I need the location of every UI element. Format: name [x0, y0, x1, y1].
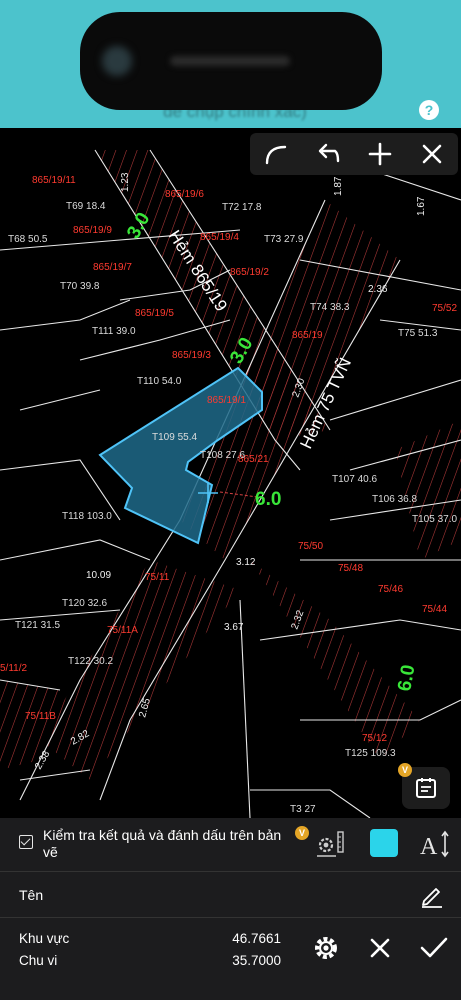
- road-hatch-lower-left: [40, 560, 240, 780]
- dimension-label: 1.67: [416, 196, 427, 216]
- area-label: T122 30.2: [68, 656, 113, 667]
- road-width-label: 6.0: [394, 663, 419, 693]
- area-label: T121 31.5: [15, 620, 60, 631]
- edit-name-button[interactable]: [419, 882, 445, 908]
- curve-tool-button[interactable]: [256, 134, 296, 174]
- verify-checkbox[interactable]: [19, 835, 33, 849]
- close-icon: [422, 144, 442, 164]
- lot-label: 865/19/5: [135, 308, 174, 319]
- lot-label: 75/48: [338, 563, 363, 574]
- name-label: Tên: [19, 887, 44, 903]
- area-label: Khu vực: [19, 931, 70, 946]
- dimension-label: 1.87: [333, 176, 344, 196]
- lot-label: 865/19/11: [32, 175, 76, 186]
- notification-avatar: [102, 46, 132, 76]
- area-value: 46.7661: [232, 931, 281, 946]
- settings-button[interactable]: [308, 930, 344, 966]
- lot-label: 75/44: [422, 604, 447, 615]
- check-icon: [420, 937, 448, 958]
- verify-checkbox-label[interactable]: Kiểm tra kết quả và đánh dấu trên bản vẽ: [43, 827, 293, 861]
- road-hatch-right: [395, 420, 461, 560]
- svg-text:A: A: [420, 834, 438, 860]
- area-label: T108 27.6: [200, 450, 245, 461]
- gear-ruler-icon: [317, 831, 344, 857]
- dimension-label: 3.67: [224, 622, 244, 633]
- lot-label: 75/11B: [25, 711, 56, 722]
- area-label: T118 103.0: [62, 511, 112, 522]
- top-banner: C ử để chụp chính xác) ?: [0, 0, 461, 128]
- lot-label: 75/11: [145, 572, 170, 583]
- check-row: Kiểm tra kết quả và đánh dấu trên bản vẽ…: [0, 818, 461, 870]
- text-size-button[interactable]: A: [418, 828, 450, 860]
- lot-label: 865/19/6: [165, 189, 204, 200]
- lot-label: 865/19: [292, 330, 323, 341]
- area-label: T3 27: [290, 804, 316, 815]
- road-width-label: 6.0: [255, 489, 281, 510]
- area-label: T120 32.6: [62, 598, 107, 609]
- area-label: T110 54.0: [137, 376, 182, 387]
- perimeter-value: 35.7000: [232, 953, 281, 968]
- lot-label: 865/19/4: [200, 232, 239, 243]
- calendar-icon: [416, 778, 436, 798]
- metrics: Khu vực 46.7661 Chu vi 35.7000: [0, 919, 300, 1000]
- dimension-label: 10.09: [86, 570, 111, 581]
- map-toolbar: [250, 133, 458, 175]
- pencil-icon: [422, 888, 442, 908]
- lot-label: 865/19/3: [172, 350, 211, 361]
- text-size-icon: A: [420, 830, 449, 860]
- area-label: T73 27.9: [264, 234, 304, 245]
- area-label: T111 39.0: [92, 326, 136, 337]
- add-point-button[interactable]: [360, 134, 400, 174]
- area-label: T109 55.4: [152, 432, 197, 443]
- notification-text: [170, 56, 290, 66]
- cadastral-map[interactable]: Hẻm 865/19 Hẻm 75 TVÑ 865/19/11 865/19/6…: [0, 128, 461, 818]
- discard-button[interactable]: [362, 930, 398, 966]
- area-label: T70 39.8: [60, 281, 100, 292]
- area-label: T72 17.8: [222, 202, 262, 213]
- fill-color-swatch[interactable]: [370, 829, 398, 857]
- cancel-draw-button[interactable]: [412, 134, 452, 174]
- measurement-panel: Kiểm tra kết quả và đánh dấu trên bản vẽ…: [0, 818, 461, 1000]
- close-icon: [370, 938, 390, 958]
- name-row[interactable]: Tên: [0, 871, 461, 918]
- lot-label: 865/19/1: [207, 395, 246, 406]
- undo-icon: [318, 143, 340, 163]
- lot-label: 5/11/2: [0, 663, 27, 674]
- vip-badge: V: [295, 826, 309, 840]
- confirm-button[interactable]: [416, 930, 452, 966]
- area-label: T105 37.0: [412, 514, 457, 525]
- lot-label: 75/50: [298, 541, 323, 552]
- area-metric: Khu vực 46.7661: [19, 931, 281, 951]
- lot-label: 75/52: [432, 303, 457, 314]
- gear-icon: [315, 937, 337, 959]
- measure-settings-button[interactable]: [312, 828, 348, 860]
- perimeter-metric: Chu vi 35.7000: [19, 953, 281, 973]
- area-label: T74 38.3: [310, 302, 350, 313]
- area-label: T125 109.3: [345, 748, 396, 759]
- map-canvas[interactable]: Hẻm 865/19 Hẻm 75 TVÑ 865/19/11 865/19/6…: [0, 128, 461, 818]
- help-icon[interactable]: ?: [419, 100, 439, 120]
- area-label: T69 18.4: [66, 201, 106, 212]
- area-label: T68 50.5: [8, 234, 48, 245]
- area-label: T107 40.6: [332, 474, 377, 485]
- vip-badge: V: [398, 763, 412, 777]
- dimension-label: 1.23: [120, 172, 131, 192]
- lot-label: 75/11A: [107, 625, 138, 636]
- perimeter-label: Chu vi: [19, 953, 58, 968]
- lot-label: 75/12: [362, 733, 387, 744]
- undo-button[interactable]: [308, 134, 348, 174]
- notification-overlay: [80, 12, 382, 110]
- lot-label: 865/19/9: [73, 225, 112, 236]
- lot-label: 865/19/7: [93, 262, 132, 273]
- curve-icon: [265, 145, 287, 165]
- plus-icon: [368, 142, 392, 166]
- area-label: T75 51.3: [398, 328, 438, 339]
- area-label: T106 36.8: [372, 494, 417, 505]
- dimension-label: 3.12: [236, 557, 256, 568]
- dimension-label: 2.36: [368, 284, 388, 295]
- lot-label: 75/46: [378, 584, 403, 595]
- lot-label: 865/19/2: [230, 267, 269, 278]
